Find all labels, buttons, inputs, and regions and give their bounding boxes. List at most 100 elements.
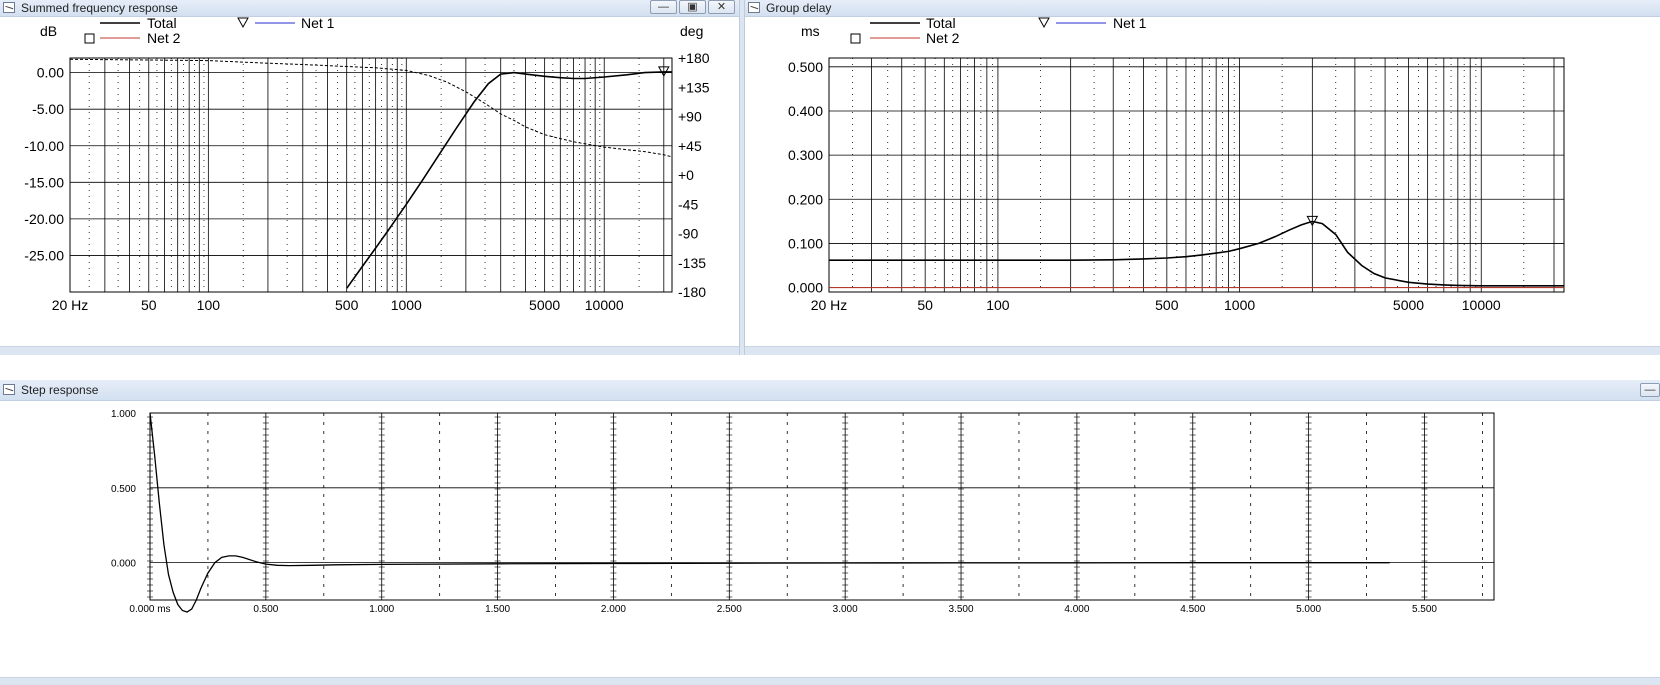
- freq-y2tick-label: -45: [678, 196, 698, 212]
- restore-icon: ▣: [687, 1, 698, 13]
- legend-net1-triangle-icon: [1038, 17, 1050, 29]
- step-xtick-label: 4.500: [1180, 604, 1205, 615]
- freq-ytick-label: -20.00: [24, 211, 64, 227]
- gd-ylabel: ms: [801, 23, 820, 39]
- freq-chart: dB deg Total Net 1 Net 2 0.00 -5.00 -10.00…: [24, 17, 709, 313]
- window-controls: — ▣ ✕: [650, 0, 735, 15]
- gd-plot-frame: [828, 57, 1565, 293]
- step-window: Step response — 1.000 0.500 0.000 0.000 ms 0…: [0, 380, 1660, 685]
- gd-ytick-label: 0.000: [788, 280, 823, 296]
- freq-ylabel: dB: [40, 23, 57, 39]
- step-xtick-label: 0.000 ms: [129, 604, 170, 615]
- minimize-icon: —: [658, 1, 669, 13]
- gd-grid: [828, 57, 1565, 293]
- minimize-button[interactable]: —: [650, 0, 677, 14]
- step-xtick-label: 2.500: [717, 604, 742, 615]
- step-ytick-label: 1.000: [111, 409, 136, 420]
- chart-window-icon: [748, 2, 760, 13]
- gd-statusbar: [745, 346, 1660, 355]
- step-ytick-label: 0.000: [111, 559, 136, 570]
- freq-y2tick-label: +45: [678, 138, 702, 154]
- freq-grid: [69, 57, 673, 293]
- step-xtick-label: 3.000: [833, 604, 858, 615]
- freq-ytick-label: 0.00: [37, 65, 64, 81]
- freq-series-phase: [69, 58, 673, 158]
- restore-button[interactable]: ▣: [679, 0, 706, 14]
- freq-ytick-label: -25.00: [24, 247, 64, 263]
- gd-xtick-label: 50: [917, 297, 933, 313]
- freq-y2tick-label: -135: [678, 255, 706, 271]
- freq-y2label: deg: [680, 23, 703, 39]
- step-xtick-label: 0.500: [253, 604, 278, 615]
- freq-xtick-label: 5000: [529, 297, 560, 313]
- freq-y2tick-label: +180: [678, 50, 710, 66]
- freq-ytick-label: -5.00: [32, 101, 64, 117]
- freq-ticks: 0.00 -5.00 -10.00 -15.00 -20.00 -25.00 20 Hz 50…: [24, 50, 709, 313]
- close-icon: ✕: [716, 1, 727, 13]
- legend-total: Total: [926, 17, 956, 31]
- gd-xtick-label: 100: [986, 297, 1010, 313]
- legend-net2: Net 2: [926, 30, 960, 46]
- freq-xtick-label: 50: [141, 297, 157, 313]
- freq-ytick-label: -15.00: [24, 174, 64, 190]
- freq-series: [69, 58, 673, 289]
- step-series-total: [149, 412, 1390, 613]
- gd-xtick-label: 1000: [1224, 297, 1255, 313]
- freq-statusbar: [0, 346, 739, 355]
- freq-xtick-label: 20 Hz: [52, 297, 89, 313]
- step-xtick-label: 3.500: [949, 604, 974, 615]
- close-button[interactable]: ✕: [708, 0, 735, 14]
- freq-titlebar[interactable]: Summed frequency response — ▣ ✕: [0, 0, 739, 17]
- legend-net1: Net 1: [301, 17, 335, 31]
- freq-window-title: Summed frequency response: [21, 1, 178, 15]
- step-xtick-label: 5.500: [1412, 604, 1437, 615]
- chart-window-icon: [3, 384, 15, 395]
- step-series: [149, 412, 1390, 613]
- gd-xtick-label: 10000: [1462, 297, 1501, 313]
- gd-xtick-label: 20 Hz: [811, 297, 848, 313]
- gd-ytick-label: 0.100: [788, 235, 823, 251]
- gd-window: Group delay ms Total Net 1 Net 2 0.500 0.…: [745, 0, 1660, 355]
- step-statusbar: [0, 677, 1660, 685]
- legend-net2-square-icon: [850, 33, 861, 44]
- gd-xtick-label: 5000: [1393, 297, 1424, 313]
- gd-chart: ms Total Net 1 Net 2 0.500 0.400 0.300 0.20…: [788, 17, 1565, 313]
- minimize-button[interactable]: —: [1640, 383, 1660, 397]
- step-grid: [147, 412, 1495, 601]
- legend-net1-triangle-icon: [237, 17, 249, 29]
- freq-y2tick-label: -180: [678, 284, 706, 300]
- freq-xtick-label: 100: [197, 297, 221, 313]
- window-controls: —: [1640, 383, 1660, 398]
- step-window-title: Step response: [21, 383, 99, 397]
- freq-xtick-label: 1000: [391, 297, 422, 313]
- freq-xtick-label: 10000: [585, 297, 624, 313]
- gd-ytick-label: 0.400: [788, 103, 823, 119]
- gd-ticks: 0.500 0.400 0.300 0.200 0.100 0.00020 Hz 50 100…: [788, 59, 1501, 313]
- gd-titlebar[interactable]: Group delay: [745, 0, 1660, 17]
- freq-xtick-label: 500: [335, 297, 359, 313]
- freq-plot-frame: [69, 57, 673, 293]
- step-chart: 1.000 0.500 0.000 0.000 ms 0.500 1.000 1.500 2.…: [111, 409, 1495, 615]
- freq-y2tick-label: -90: [678, 226, 698, 242]
- gd-ytick-label: 0.200: [788, 191, 823, 207]
- freq-ytick-label: -10.00: [24, 138, 64, 154]
- legend-net1: Net 1: [1113, 17, 1147, 31]
- step-xtick-label: 4.000: [1064, 604, 1089, 615]
- step-titlebar[interactable]: Step response —: [0, 380, 1660, 401]
- gd-window-title: Group delay: [766, 1, 832, 15]
- chart-window-icon: [3, 2, 15, 13]
- legend-net2-square-icon: [84, 33, 95, 44]
- freq-window: Summed frequency response — ▣ ✕ dB deg T…: [0, 0, 739, 355]
- gd-series-total: [829, 220, 1564, 287]
- step-ticks: 1.000 0.500 0.000 0.000 ms 0.500 1.000 1.500 2.…: [111, 409, 1437, 615]
- gd-xtick-label: 500: [1155, 297, 1179, 313]
- freq-y2tick-label: +0: [678, 167, 694, 183]
- gd-series: [829, 215, 1564, 289]
- legend-total: Total: [147, 17, 177, 31]
- minimize-icon: —: [1644, 384, 1656, 396]
- freq-y2tick-label: +90: [678, 109, 702, 125]
- step-xtick-label: 5.000: [1296, 604, 1321, 615]
- step-ytick-label: 0.500: [111, 484, 136, 495]
- step-xtick-label: 2.000: [601, 604, 626, 615]
- freq-series-total: [346, 71, 672, 289]
